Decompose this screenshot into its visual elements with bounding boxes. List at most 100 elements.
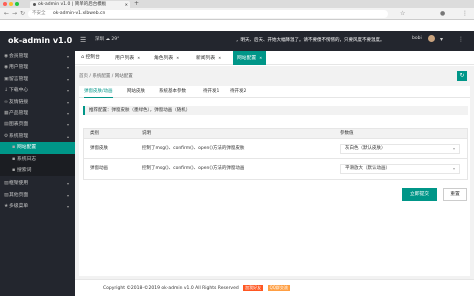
close-icon[interactable]: ✕	[176, 56, 179, 60]
refresh-icon: ↻	[459, 72, 465, 79]
forward-icon[interactable]: →	[12, 10, 17, 18]
sidebar-item-users[interactable]: ◉用户管理 ▾	[0, 62, 75, 73]
subtab-todo-1[interactable]: 待开发1	[203, 86, 219, 98]
weather-city: 深圳	[95, 37, 104, 42]
sidebar-item-label: 友情链接	[9, 99, 29, 105]
select-value: 灰白色（默认皮肤）	[345, 146, 386, 151]
sidebar-item-other-pages[interactable]: ▧其他页面 ▾	[0, 190, 75, 201]
favicon-icon	[33, 3, 36, 6]
sidebar-item-label: 搜索词	[17, 167, 32, 173]
browser-tab-strip: ok-admin v1.0 | 简单的后台模板 ✕ +	[0, 0, 474, 8]
page-tab-bar: ⌂ 控制台 用户列表 ✕ 角色列表 ✕ 新闻列表 ✕ 网站配置 ✕	[75, 51, 474, 65]
close-icon[interactable]: ✕	[137, 56, 140, 60]
notice-marquee: ，明天、后天、开始大幅降温了。请不要傻不愣愣的，只要风度不要温度。	[236, 38, 385, 43]
sidebar-item-label: 下载中心	[9, 88, 29, 94]
sidebar-item-label: 网站配置	[17, 145, 37, 151]
reload-icon[interactable]: ↻	[20, 10, 25, 18]
refresh-button[interactable]: ↻	[457, 71, 467, 81]
chevron-down-icon: ▾	[452, 146, 455, 151]
chevron-down-icon: ▾	[66, 110, 69, 116]
submit-button[interactable]: 立即提交	[402, 188, 437, 201]
qq-group-badge[interactable]: QQ群交流	[267, 285, 290, 291]
url-text: ok-admin-v1.xlbweb.cn	[52, 11, 106, 16]
home-icon: ⌂	[81, 55, 85, 60]
profile-icon[interactable]: ●	[440, 10, 445, 18]
row-desc: 控制了msg()、confirm()、open()方法的弹窗皮肤	[142, 146, 245, 151]
reset-button[interactable]: 重置	[443, 188, 467, 201]
more-icon[interactable]: ⋮	[458, 36, 464, 43]
chevron-down-icon: ▾	[452, 166, 455, 171]
weather-icon: ☁	[105, 37, 110, 42]
sidebar-item-label: 系统日志	[17, 156, 37, 162]
browser-toolbar: ← → ↻ 不安全 ok-admin-v1.xlbweb.cn ☆ ● ⋮	[0, 8, 474, 20]
sidebar-item-messages[interactable]: ▣留言管理 ▾	[0, 74, 75, 85]
minimize-window-button[interactable]	[9, 2, 13, 6]
config-tabs: 弹窗皮肤/动画 网站皮肤 系统基本参数 待开发1 待开发2	[79, 86, 470, 98]
browser-tab[interactable]: ok-admin v1.0 | 简单的后台模板 ✕	[30, 1, 130, 8]
sidebar-item-label: 留言管理	[9, 76, 29, 82]
back-icon[interactable]: ←	[4, 10, 9, 18]
new-tab-button[interactable]: +	[134, 0, 139, 8]
sidebar-item-system[interactable]: ⚙系统管理 ▴	[0, 131, 75, 142]
row-desc: 控制了msg()、confirm()、open()方法的弹窗动画	[142, 166, 245, 171]
sidebar-subitem-site-config[interactable]: ▪ 网站配置	[0, 142, 75, 154]
popup-anim-select[interactable]: 平滑放大（默认动画） ▾	[340, 164, 460, 174]
sidebar-item-label: 系统管理	[9, 133, 29, 139]
sidebar-subitem-search-words[interactable]: ▪ 搜索词	[0, 164, 75, 177]
sidebar-item-framework[interactable]: ▧框架使用 ▾	[0, 178, 75, 189]
close-window-button[interactable]	[3, 2, 7, 6]
chevron-down-icon: ▾	[66, 99, 69, 105]
add-friend-badge[interactable]: 加我好友	[243, 285, 264, 291]
sidebar-item-downloads[interactable]: ↓下载中心 ▾	[0, 85, 75, 96]
tab-site-config[interactable]: 网站配置 ✕	[233, 51, 267, 65]
brand-logo: ok-admin v1.0	[0, 31, 75, 51]
subtab-site-skin[interactable]: 网站皮肤	[127, 86, 145, 98]
chevron-down-icon[interactable]: ▾	[440, 36, 443, 43]
footer: Copyright ©2018-©2019 ok-admin v1.0 All …	[75, 279, 474, 296]
chevron-up-icon: ▴	[66, 133, 69, 139]
tab-label: 角色列表	[154, 56, 174, 61]
tab-role-list[interactable]: 角色列表 ✕	[150, 51, 183, 65]
address-bar[interactable]: 不安全 ok-admin-v1.xlbweb.cn	[28, 10, 388, 18]
tab-dashboard[interactable]: ⌂ 控制台	[77, 51, 104, 65]
tab-news-list[interactable]: 新闻列表 ✕	[192, 51, 225, 65]
avatar[interactable]	[428, 35, 435, 42]
close-icon[interactable]: ✕	[259, 56, 262, 60]
sidebar-item-members[interactable]: ◉会员管理 ▾	[0, 51, 75, 62]
username[interactable]: bobi	[412, 36, 422, 41]
chevron-down-icon: ▾	[66, 54, 69, 59]
sidebar-item-label: 框架使用	[9, 181, 29, 187]
maximize-window-button[interactable]	[15, 2, 19, 6]
weather-widget: 深圳 ☁ 29°	[95, 36, 119, 42]
sidebar-item-label: 多级菜单	[9, 204, 29, 210]
chevron-down-icon: ▾	[66, 76, 69, 82]
star-icon[interactable]: ☆	[400, 10, 405, 18]
tab-label: 新闻列表	[196, 56, 216, 61]
sidebar-item-links[interactable]: ∞友情链接 ▾	[0, 97, 75, 108]
tab-label: 控制台	[85, 55, 100, 60]
close-icon[interactable]: ✕	[218, 56, 221, 60]
menu-toggle-icon[interactable]: ☰	[80, 36, 86, 44]
subtab-basic-params[interactable]: 系统基本参数	[159, 86, 186, 98]
sidebar-item-label: 产品管理	[9, 110, 29, 116]
sidebar-item-label: 图表页面	[9, 122, 29, 128]
popup-skin-select[interactable]: 灰白色（默认皮肤） ▾	[340, 144, 460, 154]
sidebar-item-products[interactable]: ▦产品管理 ▾	[0, 108, 75, 119]
tab-label: 网站配置	[237, 56, 257, 61]
config-table: 类别 说明 参数值 弹窗皮肤 控制了msg()、confirm()、open()…	[83, 128, 468, 180]
chevron-down-icon: ▾	[66, 192, 69, 198]
row-category: 弹窗动画	[90, 166, 108, 171]
copyright: Copyright ©2018-©2019 ok-admin v1.0 All …	[103, 286, 239, 291]
browser-tab-title: ok-admin v1.0 | 简单的后台模板	[38, 2, 107, 7]
sidebar-item-charts[interactable]: ▤图表页面 ▾	[0, 119, 75, 130]
tab-user-list[interactable]: 用户列表 ✕	[111, 51, 144, 65]
sidebar-item-multilevel[interactable]: ★多级菜单 ▾	[0, 201, 75, 212]
sidebar-subitem-system-log[interactable]: ▪ 系统日志	[0, 153, 75, 165]
browser-menu-icon[interactable]: ⋮	[462, 10, 468, 18]
close-icon[interactable]: ✕	[125, 1, 128, 8]
subtab-todo-2[interactable]: 待开发2	[230, 86, 246, 98]
tab-label: 用户列表	[115, 56, 135, 61]
breadcrumb: 首页 / 系统配置 / 网站配置	[79, 74, 133, 79]
subtab-popup-skin[interactable]: 弹窗皮肤/动画	[84, 86, 113, 98]
sidebar: ◉会员管理 ▾ ◉用户管理 ▾ ▣留言管理 ▾ ↓下载中心 ▾ ∞友情链接 ▾ ▦产品管理…	[0, 51, 75, 296]
